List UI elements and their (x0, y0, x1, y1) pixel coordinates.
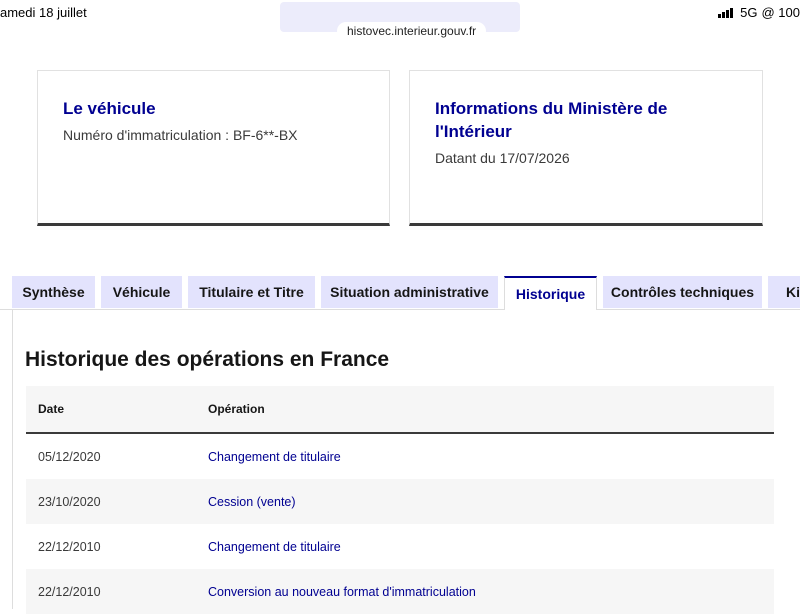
tab-titulaire-titre[interactable]: Titulaire et Titre (188, 276, 315, 308)
ministry-card: Informations du Ministère de l'Intérieur… (409, 70, 763, 226)
row-operation-link[interactable]: Changement de titulaire (208, 540, 341, 554)
tab-vehicule[interactable]: Véhicule (101, 276, 182, 308)
ministry-data-date: Datant du 17/07/2026 (435, 150, 570, 166)
table-row: 23/10/2020 Cession (vente) (26, 479, 774, 524)
status-indicators: 5G @ 100 (718, 5, 800, 20)
tab-controles-techniques[interactable]: Contrôles techniques (603, 276, 762, 308)
status-date: amedi 18 juillet (0, 5, 87, 20)
table-row: 22/12/2010 Changement de titulaire (26, 524, 774, 569)
row-operation-link[interactable]: Cession (vente) (208, 495, 296, 509)
row-date: 05/12/2020 (38, 450, 101, 464)
tab-historique[interactable]: Historique (504, 276, 597, 310)
address-bar-url[interactable]: histovec.interieur.gouv.fr (337, 22, 486, 40)
row-date: 23/10/2020 (38, 495, 101, 509)
tab-synthese[interactable]: Synthèse (12, 276, 95, 308)
ministry-card-title: Informations du Ministère de l'Intérieur (435, 97, 742, 143)
history-table: Date Opération 05/12/2020 Changement de … (26, 386, 774, 614)
column-header-date: Date (38, 402, 64, 416)
signal-icon (718, 8, 733, 18)
network-label: 5G (740, 5, 757, 20)
row-operation-link[interactable]: Changement de titulaire (208, 450, 341, 464)
vehicle-card-title: Le véhicule (63, 97, 369, 120)
history-title: Historique des opérations en France (25, 348, 389, 372)
table-header: Date Opération (26, 386, 774, 434)
tab-kilometrage[interactable]: Kilo (768, 276, 800, 308)
table-row: 22/12/2010 Conversion au nouveau format … (26, 569, 774, 614)
battery-label: @ 100 (762, 5, 800, 20)
registration-number: Numéro d'immatriculation : BF-6**-BX (63, 127, 298, 143)
tab-bar: Synthèse Véhicule Titulaire et Titre Sit… (0, 276, 800, 310)
row-date: 22/12/2010 (38, 540, 101, 554)
table-row: 05/12/2020 Changement de titulaire (26, 434, 774, 479)
column-header-operation: Opération (208, 402, 265, 416)
vehicle-card: Le véhicule Numéro d'immatriculation : B… (37, 70, 390, 226)
tab-situation-administrative[interactable]: Situation administrative (321, 276, 498, 308)
row-operation-link[interactable]: Conversion au nouveau format d'immatricu… (208, 585, 476, 599)
row-date: 22/12/2010 (38, 585, 101, 599)
